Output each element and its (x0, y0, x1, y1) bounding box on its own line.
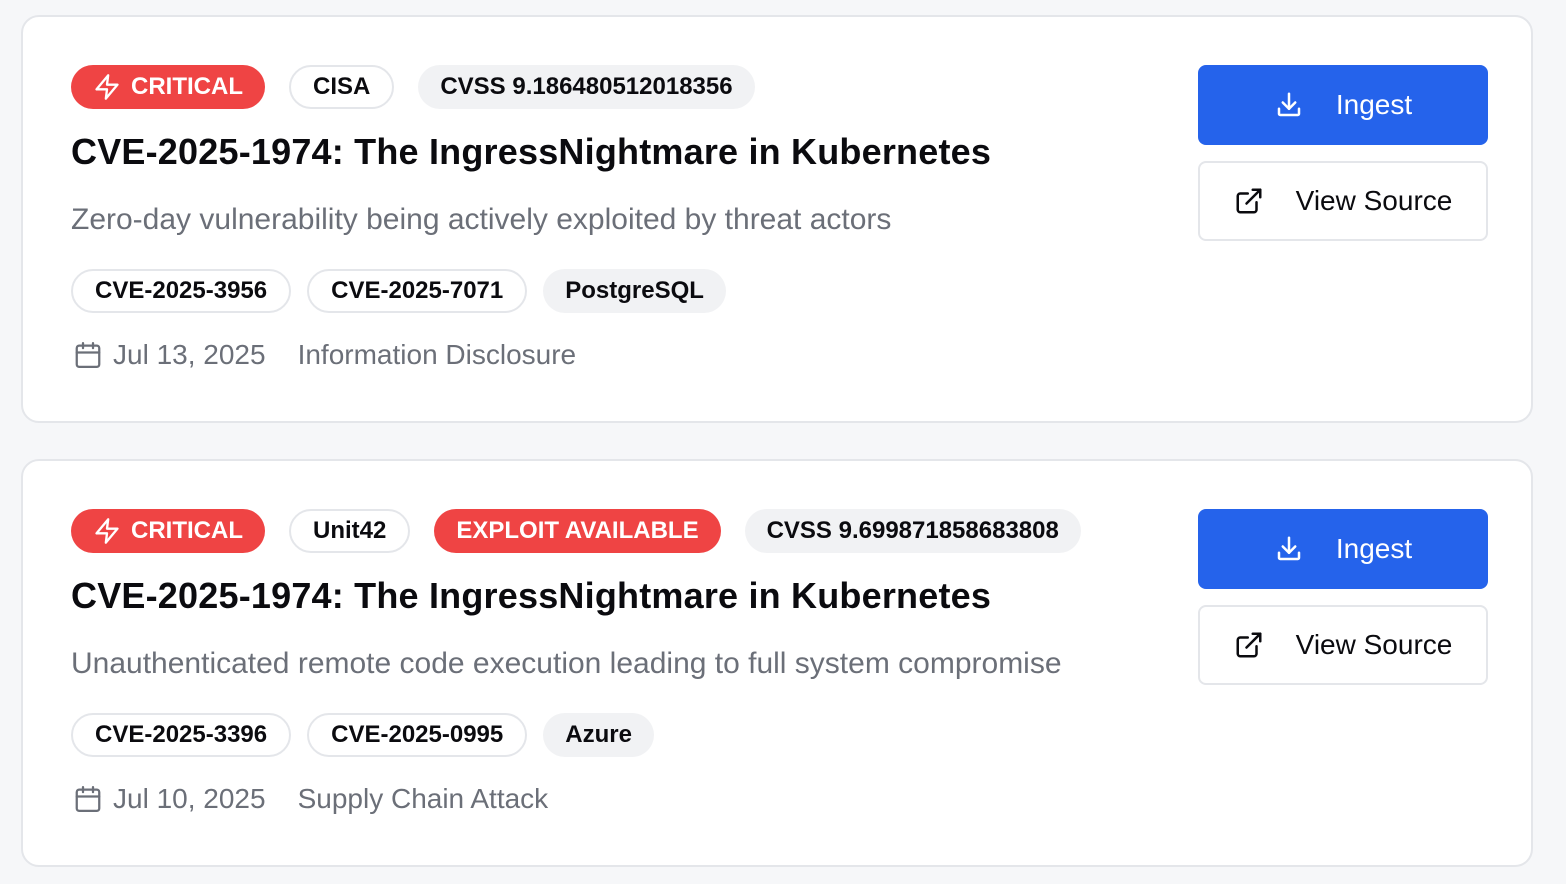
card-description: Zero-day vulnerability being actively ex… (71, 203, 892, 236)
view-source-button[interactable]: View Source (1198, 161, 1488, 241)
cve-tag[interactable]: CVE-2025-3396 (71, 713, 292, 757)
download-icon (1277, 92, 1301, 117)
cvss-badge: CVSS 9.186480512018356 (418, 65, 755, 109)
external-link-icon (1236, 188, 1262, 214)
source-badge: CISA (288, 65, 395, 109)
card-description: Unauthenticated remote code execution le… (71, 647, 1062, 680)
view-source-label: View Source (1295, 185, 1453, 216)
tag-row: CVE-2025-3956 CVE-2025-7071 PostgreSQL (71, 269, 726, 313)
source-badge: Unit42 (288, 509, 411, 553)
severity-label: CRITICAL (131, 517, 243, 544)
vulnerability-card: CRITICAL CISA CVSS 9.186480512018356 CVE… (21, 15, 1533, 423)
category-label: Information Disclosure (297, 339, 577, 370)
view-source-button[interactable]: View Source (1198, 605, 1488, 685)
lightning-icon (95, 518, 119, 544)
ingest-button[interactable]: Ingest (1198, 509, 1488, 589)
category-label: Supply Chain Attack (297, 783, 549, 814)
download-icon (1277, 536, 1301, 561)
severity-label: CRITICAL (131, 73, 243, 100)
ingest-label: Ingest (1335, 89, 1413, 120)
calendar-icon (75, 342, 101, 368)
card-meta: Jul 13, 2025 Information Disclosure (73, 339, 576, 371)
lightning-icon (95, 74, 119, 100)
cve-tag[interactable]: CVE-2025-7071 (307, 269, 528, 313)
calendar-icon (75, 786, 101, 812)
card-title: CVE-2025-1974: The IngressNightmare in K… (71, 131, 992, 172)
external-link-icon (1236, 632, 1262, 658)
badge-row: CRITICAL CISA CVSS 9.186480512018356 (71, 65, 755, 109)
published-date: Jul 10, 2025 (113, 783, 266, 814)
ingest-label: Ingest (1335, 533, 1413, 564)
published-date: Jul 13, 2025 (113, 339, 266, 370)
severity-badge: CRITICAL (71, 65, 265, 109)
vulnerability-card: CRITICAL Unit42 EXPLOIT AVAILABLE CVSS 9… (21, 459, 1533, 867)
cve-tag[interactable]: CVE-2025-3956 (71, 269, 292, 313)
badge-row: CRITICAL Unit42 EXPLOIT AVAILABLE CVSS 9… (71, 509, 1081, 553)
technology-tag[interactable]: Azure (543, 713, 654, 757)
technology-tag[interactable]: PostgreSQL (543, 269, 726, 313)
cvss-badge: CVSS 9.699871858683808 (744, 509, 1081, 553)
tag-row: CVE-2025-3396 CVE-2025-0995 Azure (71, 713, 654, 757)
view-source-label: View Source (1295, 629, 1453, 660)
cve-tag[interactable]: CVE-2025-0995 (307, 713, 528, 757)
card-meta: Jul 10, 2025 Supply Chain Attack (73, 783, 548, 815)
ingest-button[interactable]: Ingest (1198, 65, 1488, 145)
card-title: CVE-2025-1974: The IngressNightmare in K… (71, 575, 992, 616)
exploit-available-badge: EXPLOIT AVAILABLE (434, 509, 721, 553)
severity-badge: CRITICAL (71, 509, 265, 553)
